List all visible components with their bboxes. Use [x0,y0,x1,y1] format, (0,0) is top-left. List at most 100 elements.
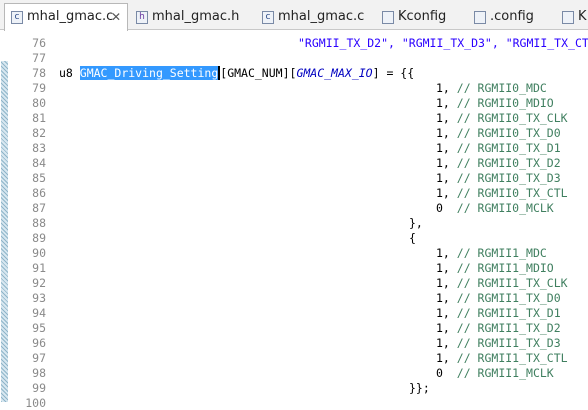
comment: // RGMII0_MCLK [456,201,554,215]
value: 1, [436,126,457,140]
tab-label: .config [490,9,534,24]
line-number: 85 [32,171,46,185]
value: 1, [436,261,457,275]
macro-identifier: GMAC_MAX_IO [296,66,373,80]
h-file-icon: h [136,11,148,24]
code-line-76: "RGMII_TX_D2", "RGMII_TX_D3", "RGMII_TX_… [298,36,588,50]
tab-label: Kconfig [398,9,447,24]
file-icon [382,11,394,24]
comment: // RGMII1_MDC [456,246,547,260]
code-line-88: }, [409,216,423,230]
value: 0 [436,201,457,215]
value: 1, [436,186,457,200]
comment: // RGMII0_TX_CLK [456,111,568,125]
line-number: 92 [32,276,46,290]
tab-mhal-gmac-c[interactable]: c mhal_gmac.c [258,4,376,30]
code-line-87: 0 // RGMII0_MCLK [436,201,554,215]
comment: // RGMII0_TX_D1 [456,141,561,155]
tab-label: mhal_gmac.c [278,9,365,24]
c-file-icon: c [262,11,274,24]
line-number: 76 [32,36,46,50]
code-line-99: }}; [409,381,430,395]
value: 1, [436,321,457,335]
tab-k-truncated[interactable]: K [562,4,588,30]
value: 1, [436,96,457,110]
code-editor[interactable]: 76 77 78 79 80 81 82 83 84 85 86 87 88 8… [0,31,588,410]
editor-tab-bar: c mhal_gmac.c ✕ h mhal_gmac.h c mhal_gma… [0,0,588,31]
comment: // RGMII1_TX_CTL [456,351,568,365]
code-line-81: 1, // RGMII0_TX_CLK [436,111,568,125]
line-number: 95 [32,321,46,335]
line-number: 89 [32,231,46,245]
line-number: 80 [32,96,46,110]
tab-kconfig[interactable]: Kconfig [382,4,462,30]
comment: // RGMII0_TX_D2 [456,156,561,170]
type-keyword: u8 [59,66,80,80]
comment: // RGMII1_MDIO [456,261,554,275]
line-number: 79 [32,81,46,95]
comment: // RGMII0_TX_D0 [456,126,561,140]
value: 1, [436,291,457,305]
comment: // RGMII1_TX_CLK [456,276,568,290]
tab-label: mhal_gmac.c [27,9,114,24]
code-line-89: { [409,231,416,245]
value: 1, [436,141,457,155]
line-number: 78 [32,66,46,80]
code-line-96: 1, // RGMII1_TX_D3 [436,336,561,350]
file-icon [474,11,486,24]
line-number: 96 [32,336,46,350]
line-number: 83 [32,141,46,155]
line-number: 82 [32,126,46,140]
change-marker [1,61,8,402]
comment: // RGMII1_TX_D0 [456,291,561,305]
code-line-92: 1, // RGMII1_TX_CLK [436,276,568,290]
line-number: 84 [32,156,46,170]
comment: // RGMII1_TX_D3 [456,336,561,350]
tab-label: K [578,9,587,24]
array-rest: ] = {{ [372,66,415,80]
comment: // RGMII0_TX_CTL [456,186,568,200]
comment: // RGMII1_MCLK [456,366,554,380]
code-line-84: 1, // RGMII0_TX_D2 [436,156,561,170]
line-number: 100 [25,396,46,410]
code-line-79: 1, // RGMII0_MDC [436,81,547,95]
code-line-98: 0 // RGMII1_MCLK [436,366,554,380]
value: 1, [436,81,457,95]
line-number: 93 [32,291,46,305]
code-line-90: 1, // RGMII1_MDC [436,246,547,260]
comment: // RGMII1_TX_D2 [456,321,561,335]
code-line-83: 1, // RGMII0_TX_D1 [436,141,561,155]
comment: // RGMII1_TX_D1 [456,306,561,320]
comment: // RGMII0_MDIO [456,96,554,110]
value: 1, [436,351,457,365]
value: 1, [436,171,457,185]
value: 1, [436,246,457,260]
tab-mhal-gmac-c-active[interactable]: c mhal_gmac.c ✕ [4,3,128,31]
comment: // RGMII0_MDC [456,81,547,95]
comment: // RGMII0_TX_D3 [456,171,561,185]
close-icon[interactable]: ✕ [111,4,121,30]
tab-config[interactable]: .config [474,4,554,30]
code-line-95: 1, // RGMII1_TX_D2 [436,321,561,335]
code-line-80: 1, // RGMII0_MDIO [436,96,554,110]
selected-identifier: GMAC_Driving_Setting [79,66,219,80]
code-line-78: u8 GMAC_Driving_Setting [GMAC_NUM][GMAC_M… [59,66,414,80]
value: 1, [436,276,457,290]
line-number: 98 [32,366,46,380]
array-dim: [GMAC_NUM][ [220,66,297,80]
line-number: 88 [32,216,46,230]
tab-mhal-gmac-h[interactable]: h mhal_gmac.h [132,4,250,30]
change-gutter [0,31,8,402]
value: 1, [436,336,457,350]
tab-label: mhal_gmac.h [152,9,240,24]
value: 1, [436,306,457,320]
value: 1, [436,156,457,170]
value: 1, [436,111,457,125]
line-number: 81 [32,111,46,125]
line-number: 87 [32,201,46,215]
code-line-91: 1, // RGMII1_MDIO [436,261,554,275]
code-line-85: 1, // RGMII0_TX_D3 [436,171,561,185]
line-number: 97 [32,351,46,365]
line-number: 91 [32,261,46,275]
code-line-82: 1, // RGMII0_TX_D0 [436,126,561,140]
